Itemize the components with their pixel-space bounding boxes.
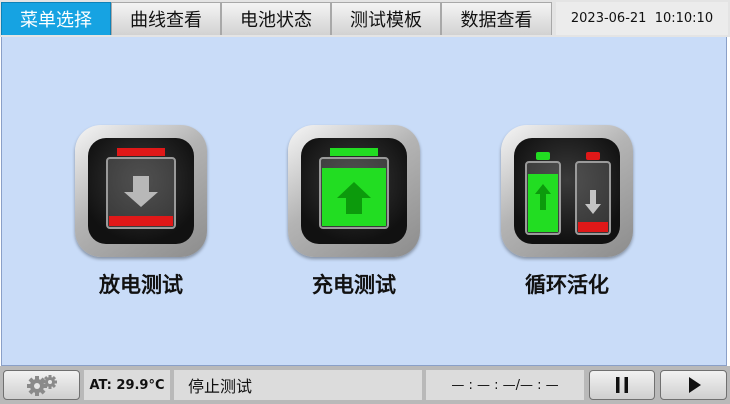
cycle-icon-frame	[501, 125, 633, 257]
pause-button[interactable]	[589, 370, 655, 400]
discharge-icon-frame	[75, 125, 207, 257]
discharge-test-button[interactable]: 放电测试	[73, 125, 209, 299]
tab-curve-view[interactable]: 曲线查看	[111, 2, 221, 35]
cycle-activation-button[interactable]: 循环活化	[499, 125, 635, 299]
play-icon	[688, 377, 701, 393]
menu-panel: 放电测试 充电测试 循环活化	[1, 37, 727, 366]
tab-battery-status[interactable]: 电池状态	[221, 2, 331, 35]
gears-icon	[26, 375, 57, 396]
ambient-temperature: AT: 29.9°C	[84, 370, 170, 400]
charge-icon-frame	[288, 125, 420, 257]
battery-cycle-icon	[525, 152, 611, 235]
status-bar: AT: 29.9°C 停止测试 — : — : —/— : —	[0, 366, 730, 404]
test-timer: — : — : —/— : —	[426, 370, 584, 400]
test-state-text: 停止测试	[174, 370, 422, 400]
start-button[interactable]	[660, 370, 727, 400]
cycle-activation-label: 循环活化	[525, 273, 609, 297]
top-tab-bar: 菜单选择 曲线查看 电池状态 测试模板 数据查看 2023-06-21 10:1…	[0, 0, 730, 37]
charge-test-button[interactable]: 充电测试	[286, 125, 422, 299]
tab-test-template[interactable]: 测试模板	[331, 2, 441, 35]
tab-data-view[interactable]: 数据查看	[441, 2, 552, 35]
datetime-display: 2023-06-21 10:10:10	[556, 2, 728, 35]
discharge-test-label: 放电测试	[99, 273, 183, 297]
charge-test-label: 充电测试	[312, 273, 396, 297]
settings-button[interactable]	[3, 370, 80, 400]
tab-menu-select[interactable]: 菜单选择	[1, 2, 111, 35]
battery-discharge-icon	[106, 148, 176, 229]
pause-icon	[616, 377, 628, 393]
battery-charge-icon	[319, 148, 389, 229]
